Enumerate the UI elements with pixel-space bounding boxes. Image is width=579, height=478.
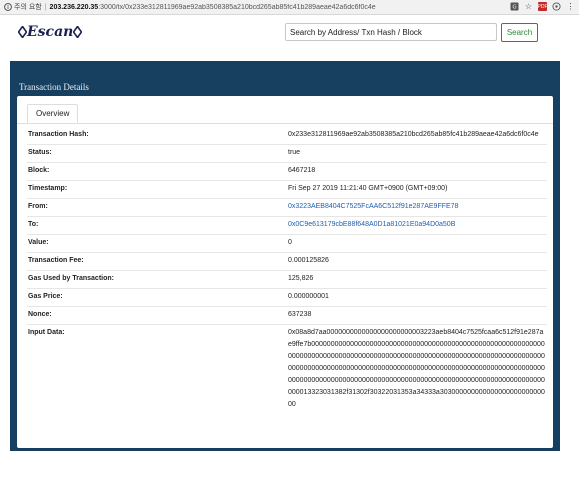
translate-icon[interactable]: G bbox=[510, 2, 519, 11]
site-logo[interactable]: Escan bbox=[18, 24, 83, 40]
logo-text: Escan bbox=[27, 24, 74, 40]
detail-row: Input Data: 0x08a8d7aa0000000000000000000… bbox=[27, 325, 547, 414]
bookmark-star-icon[interactable]: ☆ bbox=[524, 2, 533, 11]
browser-address-bar: 주의 요함 | 203.236.220.35 :3000/tx/0x233e31… bbox=[0, 0, 579, 15]
detail-row: Transaction Fee: 0.000125826 bbox=[27, 253, 547, 271]
detail-value: 637238 bbox=[288, 311, 312, 318]
pdf-extension-icon[interactable]: PDF bbox=[538, 2, 548, 11]
detail-row: Transaction Hash: 0x233e312811969ae92ab35… bbox=[27, 127, 547, 145]
extension-icon[interactable] bbox=[552, 2, 561, 11]
detail-key: Timestamp: bbox=[28, 185, 68, 192]
info-icon[interactable] bbox=[4, 3, 12, 11]
detail-key: Nonce: bbox=[28, 311, 52, 318]
search-button[interactable]: Search bbox=[501, 23, 538, 42]
transaction-details-panel: Transaction Details Overview Transaction… bbox=[10, 61, 560, 451]
search-input[interactable] bbox=[285, 23, 497, 41]
tab-overview[interactable]: Overview bbox=[27, 104, 79, 123]
detail-key: Transaction Fee: bbox=[28, 257, 84, 264]
detail-value: Fri Sep 27 2019 11:21:40 GMT+0900 (GMT+0… bbox=[288, 185, 448, 192]
detail-row: Block: 6467218 bbox=[27, 163, 547, 181]
browser-toolbar-icons: G ☆ PDF ⋮ bbox=[510, 2, 575, 11]
detail-key: Block: bbox=[28, 167, 50, 174]
detail-value: 0.000125826 bbox=[288, 257, 329, 264]
url-host[interactable]: 203.236.220.35 bbox=[50, 4, 99, 11]
detail-value: 125,826 bbox=[288, 275, 314, 282]
detail-row: From: 0x3223AEB8404C7525FcAA6C512f91e287A… bbox=[27, 199, 547, 217]
detail-value-link[interactable]: 0x0C9e613179cbE88f648A0D1a81021E0a94D0a5… bbox=[288, 219, 546, 231]
detail-row: Nonce: 637238 bbox=[27, 307, 547, 325]
url-path[interactable]: :3000/tx/0x233e312811969ae92ab3508385a21… bbox=[98, 4, 375, 11]
detail-row: Value: 0 bbox=[27, 235, 547, 253]
detail-value-link[interactable]: 0x3223AEB8404C7525FcAA6C512f91e287AE9FFE… bbox=[288, 201, 546, 213]
detail-row: Status: true bbox=[27, 145, 547, 163]
detail-value: 0 bbox=[288, 239, 292, 246]
menu-icon[interactable]: ⋮ bbox=[566, 2, 575, 11]
detail-value: 0x233e312811969ae92ab3508385a210bcd265ab… bbox=[288, 131, 539, 138]
svg-text:G: G bbox=[512, 5, 516, 11]
detail-key: From: bbox=[28, 203, 48, 210]
details-card: Overview Transaction Hash: 0x233e31281196… bbox=[17, 96, 553, 448]
detail-value: true bbox=[288, 149, 301, 156]
detail-key: Transaction Hash: bbox=[28, 131, 89, 138]
detail-row: Gas Used by Transaction: 125,826 bbox=[27, 271, 547, 289]
detail-key: Gas Price: bbox=[28, 293, 63, 300]
panel-title: Transaction Details bbox=[19, 82, 89, 92]
detail-key: Value: bbox=[28, 239, 49, 246]
detail-key: Gas Used by Transaction: bbox=[28, 275, 114, 282]
detail-row: Gas Price: 0.000000001 bbox=[27, 289, 547, 307]
diamond-icon bbox=[73, 26, 83, 38]
detail-value: 0x08a8d7aa0000000000000000000000003223ae… bbox=[288, 329, 545, 408]
details-table: Transaction Hash: 0x233e312811969ae92ab35… bbox=[27, 127, 547, 414]
detail-row: Timestamp: Fri Sep 27 2019 11:21:40 GMT+0… bbox=[27, 181, 547, 199]
detail-value: 6467218 bbox=[288, 167, 316, 174]
diamond-icon bbox=[18, 26, 27, 38]
detail-key: To: bbox=[28, 221, 39, 228]
detail-key: Input Data: bbox=[28, 329, 65, 336]
detail-key: Status: bbox=[28, 149, 52, 156]
tab-bar: Overview bbox=[17, 96, 553, 124]
detail-row: To: 0x0C9e613179cbE88f648A0D1a81021E0a94D… bbox=[27, 217, 547, 235]
site-header: Escan Search bbox=[0, 15, 579, 51]
security-warning-label[interactable]: 주의 요함 bbox=[14, 2, 42, 12]
detail-value: 0.000000001 bbox=[288, 293, 329, 300]
address-separator: | bbox=[44, 3, 47, 11]
